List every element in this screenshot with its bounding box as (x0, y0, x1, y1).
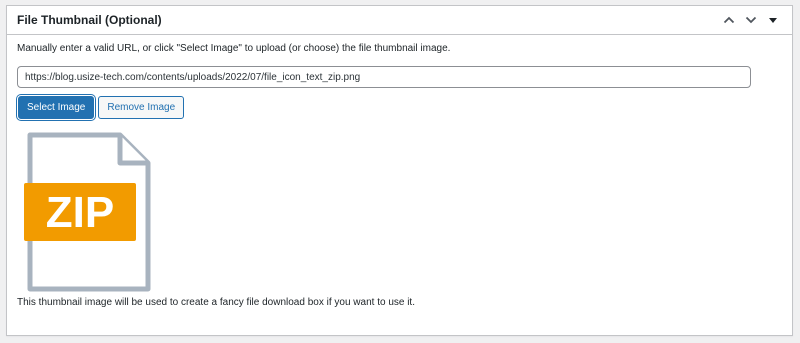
zip-file-icon: ZIP (24, 132, 151, 292)
zip-label-text: ZIP (46, 188, 114, 237)
instructions-text: Manually enter a valid URL, or click "Se… (17, 43, 451, 54)
chevron-up-icon (723, 16, 735, 24)
file-thumbnail-metabox: File Thumbnail (Optional) Manually enter… (6, 5, 793, 336)
metabox-content: Manually enter a valid URL, or click "Se… (7, 42, 792, 308)
caret-down-icon (769, 18, 777, 23)
button-row: Select Image Remove Image (17, 96, 782, 119)
move-up-button[interactable] (720, 11, 738, 29)
thumbnail-usage-note: This thumbnail image will be used to cre… (17, 297, 415, 308)
toggle-panel-button[interactable] (764, 11, 782, 29)
thumbnail-url-input[interactable] (17, 66, 751, 88)
metabox-header: File Thumbnail (Optional) (7, 6, 792, 35)
metabox-handle-actions (720, 11, 782, 29)
chevron-down-icon (745, 16, 757, 24)
thumbnail-preview: ZIP (24, 131, 152, 293)
select-image-button[interactable]: Select Image (18, 96, 95, 119)
move-down-button[interactable] (742, 11, 760, 29)
metabox-title: File Thumbnail (Optional) (17, 13, 162, 27)
remove-image-button[interactable]: Remove Image (98, 96, 185, 119)
